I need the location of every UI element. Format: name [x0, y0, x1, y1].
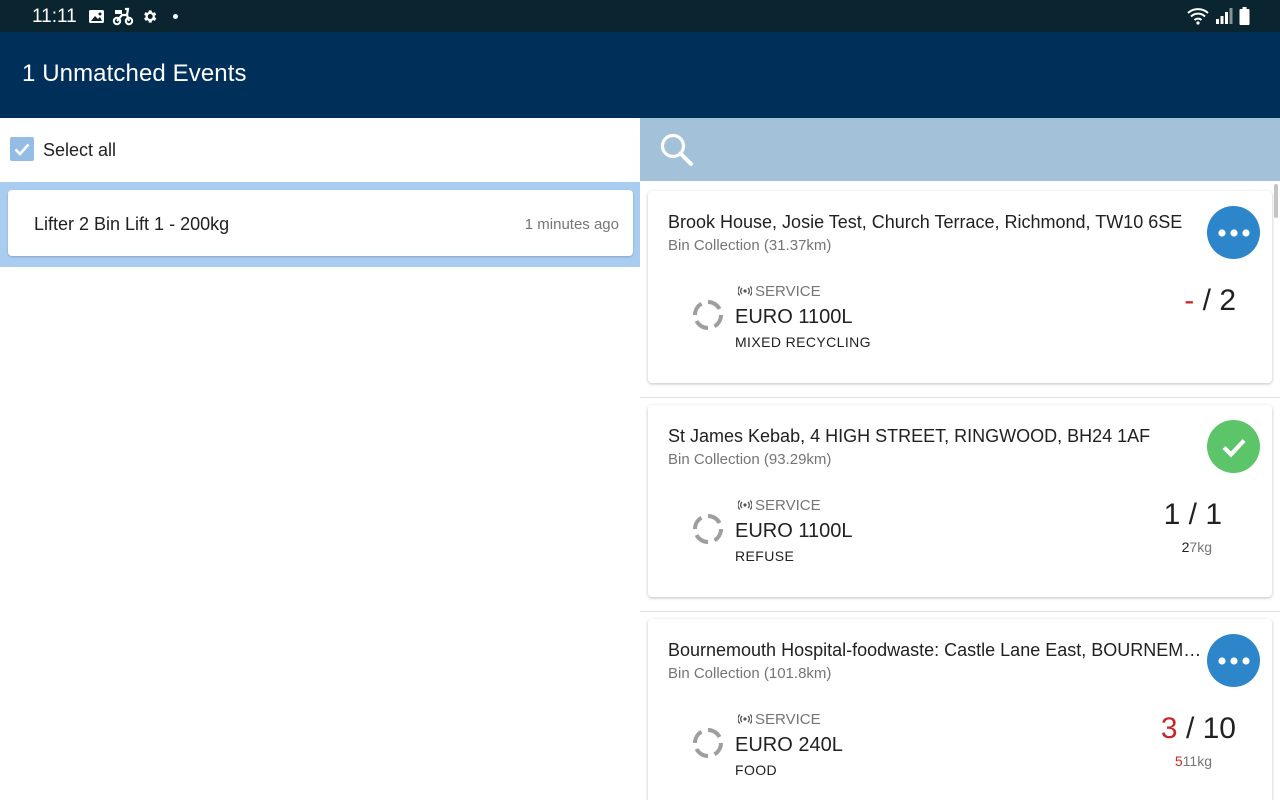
card-subtitle: Bin Collection (93.29km)	[668, 451, 832, 468]
status-bar: 11:11	[0, 0, 1280, 32]
status-time: 11:11	[32, 6, 77, 27]
check-icon	[1222, 438, 1246, 458]
lift-count-separator: /	[1194, 284, 1220, 317]
scooter-icon	[112, 7, 134, 26]
lift-weight: 511kg	[1175, 753, 1212, 769]
service-label: SERVICE	[755, 282, 821, 300]
notification-icons	[88, 6, 178, 26]
card-complete-button[interactable]	[1207, 420, 1260, 473]
lift-weight-rest: 11kg	[1182, 753, 1212, 769]
card-subtitle: Bin Collection (101.8km)	[668, 665, 832, 682]
lift-weight-first: 5	[1174, 753, 1183, 769]
battery-icon	[1239, 7, 1250, 25]
divider	[640, 397, 1280, 398]
broadcast-icon	[738, 500, 752, 510]
service-label: SERVICE	[755, 496, 821, 514]
lift-count: - / 2	[1184, 284, 1236, 318]
lift-count: 1 / 1	[1164, 498, 1222, 532]
app-bar: 1 Unmatched Events	[0, 32, 1280, 118]
lift-count-total: 1	[1205, 498, 1222, 531]
service-label: SERVICE	[755, 710, 821, 728]
collection-card[interactable]: St James Kebab, 4 HIGH STREET, RINGWOOD,…	[648, 405, 1272, 597]
select-all-checkbox[interactable]	[10, 137, 34, 161]
card-more-button[interactable]	[1207, 634, 1260, 687]
card-more-button[interactable]	[1207, 206, 1260, 259]
waste-stream: FOOD	[735, 762, 778, 778]
signal-icon	[1216, 8, 1233, 24]
image-icon	[89, 9, 104, 23]
check-icon	[14, 143, 30, 156]
cycle-icon	[692, 300, 724, 330]
event-time: 1 minutes ago	[524, 216, 619, 233]
broadcast-icon	[738, 286, 752, 296]
more-horizontal-icon	[1217, 228, 1250, 237]
collection-card[interactable]: Bournemouth Hospital-foodwaste: Castle L…	[648, 619, 1272, 800]
lift-count-done: 3	[1160, 712, 1178, 745]
waste-stream: REFUSE	[735, 548, 795, 564]
lift-count-done: -	[1184, 284, 1195, 317]
lift-count: 3 / 10	[1161, 712, 1236, 746]
divider	[640, 611, 1280, 612]
system-icons	[1187, 6, 1250, 26]
event-item[interactable]: Lifter 2 Bin Lift 1 - 200kg 1 minutes ag…	[8, 190, 633, 256]
scrollbar[interactable]	[1274, 184, 1278, 218]
matches-pane: Brook House, Josie Test, Church Terrace,…	[640, 118, 1280, 800]
cycle-icon	[692, 514, 724, 544]
cycle-icon	[692, 728, 724, 758]
card-subtitle: Bin Collection (31.37km)	[668, 237, 832, 254]
events-pane: Select all Lifter 2 Bin Lift 1 - 200kg 1…	[0, 118, 640, 800]
bin-type: EURO 1100L	[735, 306, 853, 328]
service-row: SERVICE	[738, 496, 821, 514]
lift-count-separator: /	[1177, 712, 1203, 745]
broadcast-icon	[738, 714, 752, 724]
settings-icon	[144, 9, 157, 23]
lift-weight-rest: 7kg	[1189, 539, 1212, 555]
select-all-label: Select all	[43, 140, 117, 160]
search-bar[interactable]	[640, 118, 1280, 181]
selected-event-row: Lifter 2 Bin Lift 1 - 200kg 1 minutes ag…	[0, 182, 640, 267]
service-row: SERVICE	[738, 282, 821, 300]
lift-weight: 27kg	[1182, 539, 1212, 555]
lift-count-done: 1	[1163, 498, 1181, 531]
bin-type: EURO 240L	[735, 734, 843, 756]
event-name: Lifter 2 Bin Lift 1 - 200kg	[34, 214, 230, 234]
card-address: Bournemouth Hospital-foodwaste: Castle L…	[668, 640, 1208, 660]
waste-stream: MIXED RECYCLING	[735, 334, 871, 350]
wifi-icon	[1187, 8, 1209, 25]
page-title: 1 Unmatched Events	[22, 60, 247, 87]
select-all-row[interactable]: Select all	[0, 118, 640, 182]
more-horizontal-icon	[1217, 656, 1250, 665]
search-icon[interactable]	[659, 132, 695, 168]
card-address: St James Kebab, 4 HIGH STREET, RINGWOOD,…	[668, 426, 1151, 446]
lift-count-separator: /	[1180, 498, 1206, 531]
collection-card[interactable]: Brook House, Josie Test, Church Terrace,…	[648, 191, 1272, 383]
lift-count-total: 10	[1202, 712, 1236, 745]
card-address: Brook House, Josie Test, Church Terrace,…	[668, 212, 1183, 232]
lift-count-total: 2	[1219, 284, 1236, 317]
more-notifications-dot	[173, 13, 178, 19]
bin-type: EURO 1100L	[735, 520, 853, 542]
service-row: SERVICE	[738, 710, 821, 728]
